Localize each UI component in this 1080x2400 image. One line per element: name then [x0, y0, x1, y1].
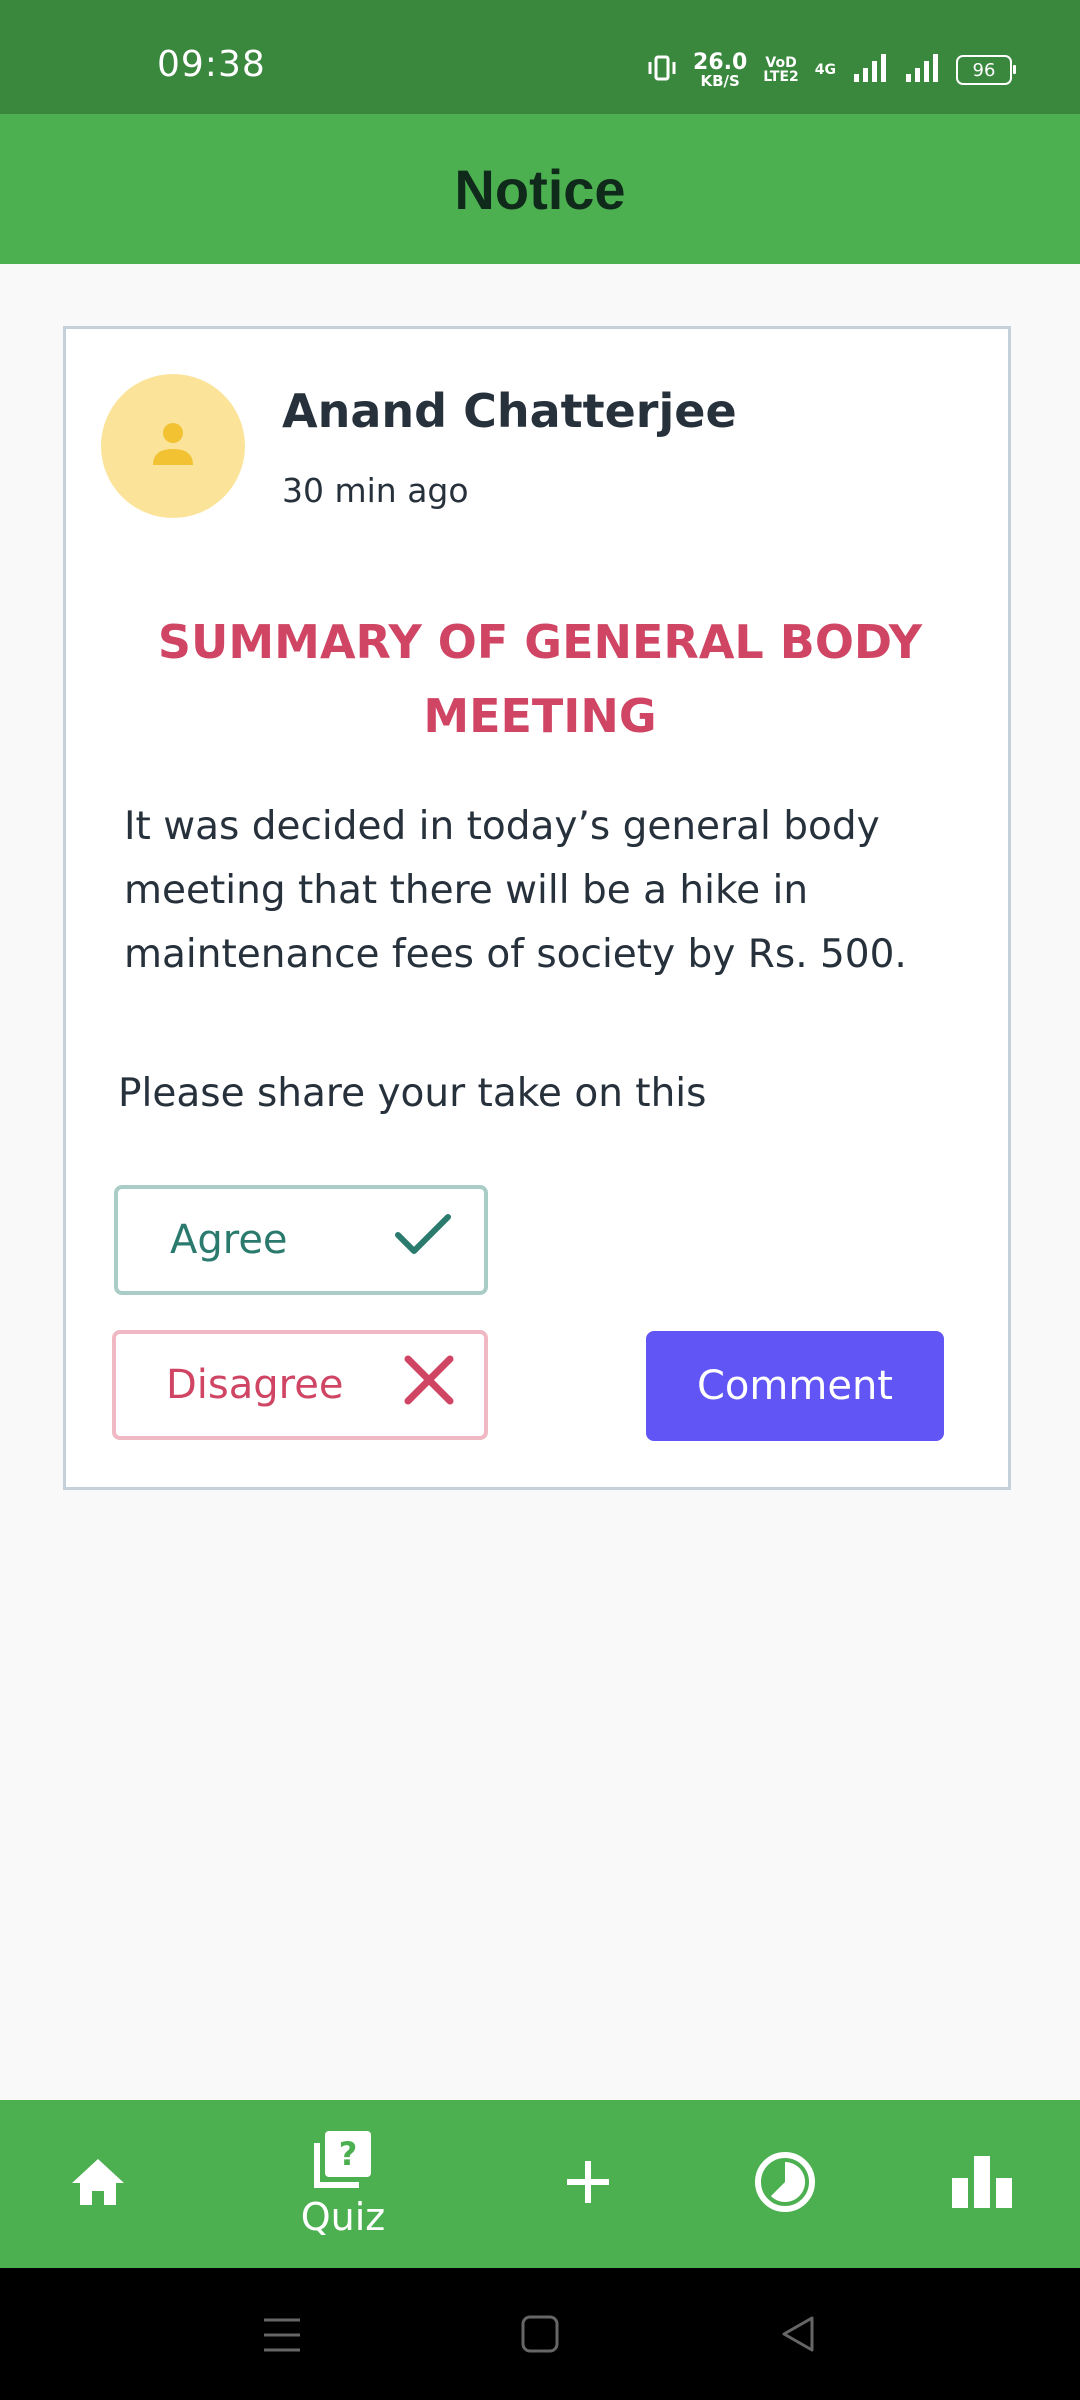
nav-reports[interactable] — [932, 2100, 1032, 2268]
disagree-label: Disagree — [166, 1362, 344, 1408]
home-icon — [68, 2155, 128, 2213]
status-time: 09:38 — [157, 44, 266, 85]
status-indicators: 26.0 KB/S VoD LTE2 4G 96 — [647, 49, 1016, 90]
nav-stats[interactable] — [735, 2100, 835, 2268]
notice-title: SUMMARY OF GENERAL BODY MEETING — [157, 615, 923, 743]
volte-badge: VoD LTE2 — [763, 56, 798, 84]
agree-button[interactable]: Agree — [114, 1185, 488, 1295]
disagree-button[interactable]: Disagree — [112, 1330, 488, 1440]
bottom-navigation: ? Quiz — [0, 2100, 1080, 2268]
close-icon — [404, 1355, 454, 1415]
svg-text:?: ? — [339, 2135, 358, 2173]
comment-label: Comment — [697, 1363, 893, 1409]
nav-add[interactable] — [538, 2100, 638, 2268]
notice-card: Anand Chatterjee 30 min ago SUMMARY OF G… — [63, 326, 1011, 1490]
home-button-icon[interactable] — [520, 2314, 560, 2358]
signal-icon-2 — [904, 52, 940, 88]
network-speed: 26.0 KB/S — [693, 49, 748, 90]
post-timestamp: 30 min ago — [282, 471, 469, 510]
quiz-icon: ? — [311, 2129, 375, 2193]
nav-home[interactable] — [48, 2100, 148, 2268]
pie-chart-icon — [753, 2150, 817, 2218]
system-navigation-bar — [0, 2268, 1080, 2400]
nav-quiz[interactable]: ? Quiz — [283, 2100, 403, 2268]
author-name: Anand Chatterjee — [282, 384, 737, 438]
user-icon — [149, 419, 197, 473]
notice-body: It was decided in today’s general body m… — [124, 804, 907, 977]
app-bar: Notice — [0, 114, 1080, 264]
signal-icon — [852, 52, 888, 88]
vibrate-icon — [647, 53, 677, 87]
battery-level: 96 — [972, 59, 996, 81]
comment-button[interactable]: Comment — [646, 1331, 944, 1441]
network-speed-unit: KB/S — [700, 71, 740, 90]
page-title: Notice — [454, 157, 626, 221]
nav-quiz-label: Quiz — [300, 2195, 386, 2239]
plus-icon — [563, 2157, 613, 2211]
feedback-prompt: Please share your take on this — [118, 1071, 707, 1116]
network-type: 4G — [814, 62, 836, 78]
volte-bottom: LTE2 — [763, 69, 799, 85]
volte-top: VoD — [765, 55, 797, 71]
back-icon[interactable] — [778, 2314, 818, 2358]
avatar — [101, 374, 245, 518]
checkmark-icon — [394, 1213, 452, 1267]
status-bar: 09:38 26.0 KB/S VoD LTE2 4G 96 — [0, 0, 1080, 114]
agree-label: Agree — [170, 1217, 288, 1263]
network-speed-value: 26.0 — [693, 49, 748, 75]
menu-icon[interactable] — [262, 2316, 302, 2358]
battery-indicator: 96 — [956, 55, 1016, 85]
bar-chart-icon — [950, 2154, 1014, 2214]
